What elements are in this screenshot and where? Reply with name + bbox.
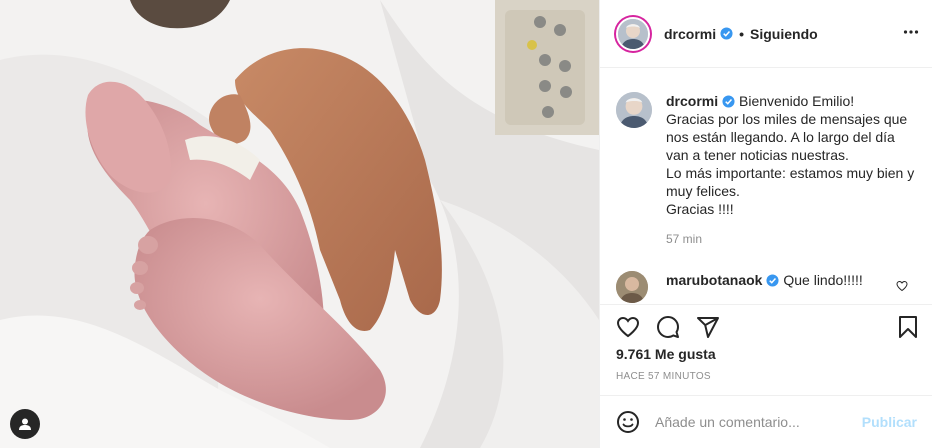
commenter-avatar[interactable] (616, 271, 648, 303)
user-tag-icon (19, 418, 31, 430)
author-avatar[interactable] (616, 16, 650, 51)
caption-body: drcormi Bienvenido Emilio! Gracias por l… (666, 92, 916, 218)
bookmark-icon[interactable] (896, 315, 920, 339)
caption-time[interactable]: 57 min (666, 232, 916, 246)
comment-line: marubotanaok Que lindo!!!!! (666, 271, 916, 289)
caption-avatar-image (616, 92, 652, 128)
follow-status-button[interactable]: Siguiendo (750, 26, 818, 42)
comment-like-heart-icon[interactable] (896, 280, 908, 292)
instagram-post: drcormi • Siguiendo drcormi Bienvenido E… (0, 0, 932, 448)
verified-badge-icon (766, 274, 780, 287)
action-bar (600, 304, 932, 344)
posted-time[interactable]: HACE 57 MINUTOS (616, 371, 711, 382)
commenter-avatar-image (616, 271, 648, 303)
comment-item: marubotanaok Que lindo!!!!! (616, 271, 916, 303)
author-avatar-image (618, 18, 648, 49)
emoji-icon[interactable] (616, 410, 640, 434)
caption-avatar[interactable] (616, 92, 652, 128)
comment-input[interactable]: Añade un comentario... (655, 414, 862, 430)
post-side-panel: drcormi • Siguiendo drcormi Bienvenido E… (599, 0, 932, 448)
share-icon[interactable] (696, 315, 720, 339)
caption-text: Bienvenido Emilio! Gracias por los miles… (666, 93, 915, 217)
author-username[interactable]: drcormi (664, 26, 716, 42)
separator-dot: • (739, 25, 745, 42)
likes-count[interactable]: 9.761 Me gusta (616, 346, 716, 362)
add-comment-bar: Añade un comentario... Publicar (600, 395, 932, 448)
comments-section[interactable]: drcormi Bienvenido Emilio! Gracias por l… (600, 68, 932, 304)
post-caption: drcormi Bienvenido Emilio! Gracias por l… (616, 92, 916, 246)
comment-icon[interactable] (656, 315, 680, 339)
post-photo[interactable] (0, 0, 599, 448)
user-tag-button[interactable] (10, 409, 40, 439)
newborn-feet-photo (0, 0, 599, 448)
more-options-icon[interactable] (903, 24, 919, 40)
publish-button[interactable]: Publicar (862, 414, 917, 430)
verified-badge-icon (720, 27, 733, 40)
heart-icon[interactable] (616, 315, 640, 339)
comment-text: Que lindo!!!!! (783, 272, 863, 288)
post-header: drcormi • Siguiendo (600, 0, 932, 68)
verified-badge-icon (722, 95, 735, 108)
caption-username[interactable]: drcormi (666, 93, 718, 109)
comment-username[interactable]: marubotanaok (666, 272, 762, 288)
